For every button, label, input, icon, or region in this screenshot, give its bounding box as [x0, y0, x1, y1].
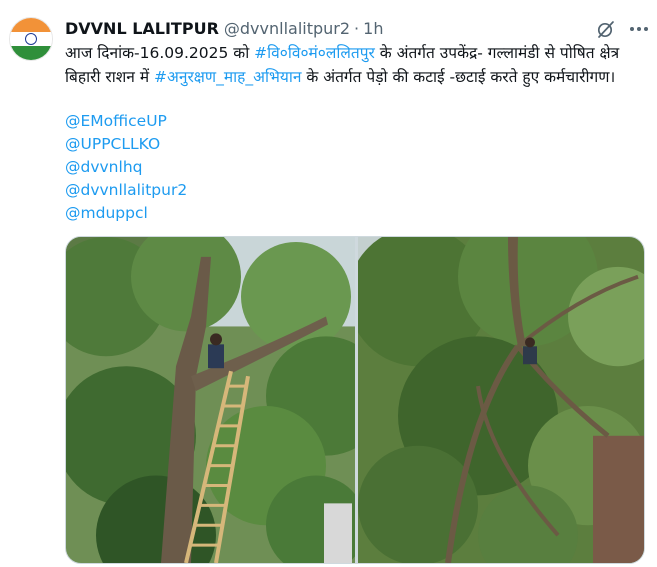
text-part-3: के अंतर्गत पेड़ो की कटाई -छटाई करते हुए …	[301, 68, 616, 86]
mention-link[interactable]: @mduppcl	[65, 202, 187, 225]
text-part-1: आज दिनांक-16.09.2025 को	[65, 44, 255, 62]
more-options-icon[interactable]	[628, 18, 650, 40]
photo-ladder-tree[interactable]	[66, 237, 355, 563]
hashtag-link[interactable]: #अनुरक्षण_माह_अभियान	[154, 68, 301, 86]
photo-branches-tree[interactable]	[358, 237, 644, 563]
hashtag-link[interactable]: #वि०वि०मं०ललितपुर	[254, 44, 375, 62]
author-name[interactable]: DVVNL LALITPUR	[65, 19, 219, 38]
mentions-list: @EMofficeUP @UPPCLLKO @dvvnlhq @dvvnllal…	[65, 110, 187, 225]
mention-link[interactable]: @EMofficeUP	[65, 110, 187, 133]
tweet-card[interactable]: DVVNL LALITPUR @dvvnllalitpur2 · 1h आज द…	[0, 0, 657, 567]
tweet-text: आज दिनांक-16.09.2025 को #वि०वि०मं०ललितपु…	[65, 41, 645, 89]
media-grid	[65, 236, 645, 564]
author-handle[interactable]: @dvvnllalitpur2	[224, 19, 350, 38]
tweet-header: DVVNL LALITPUR @dvvnllalitpur2 · 1h	[65, 17, 383, 39]
flag-green-band	[10, 46, 52, 60]
separator-dot: ·	[354, 18, 360, 38]
mention-link[interactable]: @UPPCLLKO	[65, 133, 187, 156]
timestamp[interactable]: 1h	[363, 19, 383, 38]
ashoka-chakra-icon	[25, 33, 37, 45]
flag-saffron-band	[10, 18, 52, 32]
mention-link[interactable]: @dvvnlhq	[65, 156, 187, 179]
grok-icon[interactable]	[596, 19, 616, 39]
mention-link[interactable]: @dvvnllalitpur2	[65, 179, 187, 202]
avatar[interactable]	[9, 17, 53, 61]
